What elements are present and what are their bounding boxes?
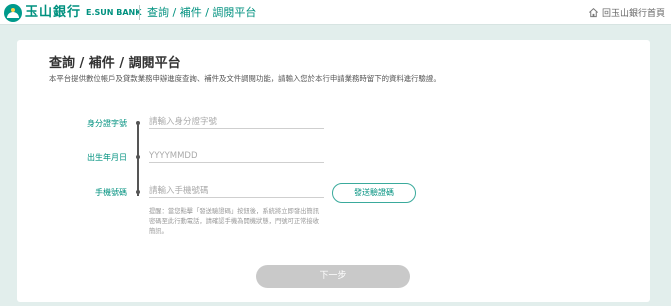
timeline-dot-phone (136, 190, 140, 194)
birth-date-label: 出生年月日 (87, 153, 127, 162)
esun-logo[interactable]: 玉山銀行 E.SUN BANK (4, 3, 141, 22)
birth-date-input[interactable] (149, 150, 324, 163)
page-description: 本平台提供數位帳戶及貸款業務申辦進度查詢、補件及文件調閱功能，請輸入您於本行申請… (49, 74, 441, 83)
header-divider (139, 5, 140, 20)
next-step-button[interactable]: 下一步 (256, 265, 410, 288)
header-title: 查詢 / 補件 / 調閱平台 (147, 6, 257, 19)
page-title: 查詢 / 補件 / 調閱平台 (49, 56, 181, 71)
timeline-dot-birth (136, 155, 140, 159)
send-verification-code-button[interactable]: 發送驗證碼 (332, 183, 416, 203)
brand-name-english: E.SUN BANK (86, 8, 142, 17)
mobile-number-label: 手機號碼 (95, 188, 127, 197)
home-icon (589, 7, 598, 18)
timeline-dot-id (136, 121, 140, 125)
id-number-input[interactable] (149, 116, 324, 129)
mobile-number-input[interactable] (149, 185, 324, 198)
esun-logo-mark-icon (4, 3, 22, 22)
id-number-label: 身分證字號 (87, 119, 127, 128)
home-link-label: 回玉山銀行首頁 (601, 9, 665, 19)
sms-hint-text: 提醒：當您點擊「發送驗證碼」按鈕後，系統將立即發出簡訊密碼至此行動電話，請確認手… (149, 208, 320, 235)
step-timeline (137, 123, 139, 196)
brand-name-chinese: 玉山銀行 (25, 5, 82, 20)
home-link[interactable]: 回玉山銀行首頁 (588, 5, 665, 20)
top-header: 玉山銀行 E.SUN BANK 查詢 / 補件 / 調閱平台 回玉山銀行首頁 (0, 0, 671, 25)
